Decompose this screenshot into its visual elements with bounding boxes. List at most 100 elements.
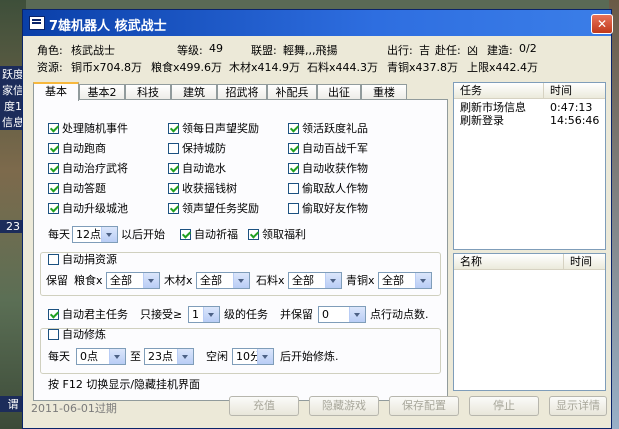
check-claim-welfare[interactable]: 领取福利	[248, 228, 306, 242]
cultivate-start-select[interactable]: 0点	[76, 348, 126, 365]
list-item[interactable]: 刷新市场信息 0:47:13	[454, 101, 605, 114]
check-auto-cultivate[interactable]: 自动修炼	[48, 328, 106, 342]
check-random-event[interactable]: 处理随机事件	[48, 122, 128, 136]
check-label: 自动治疗武将	[62, 162, 128, 175]
daily-prefix: 每天	[48, 228, 70, 241]
check-steal-enemy[interactable]: 偷取敌人作物	[288, 182, 368, 196]
keep-label: 保留	[46, 274, 68, 287]
check-label: 自动君主任务	[62, 308, 128, 321]
checkbox-icon	[48, 309, 59, 320]
start-hour-select[interactable]: 12点	[72, 226, 118, 243]
stone-amount: 石料x444.3万	[307, 61, 379, 74]
checkbox-icon	[48, 143, 59, 154]
role-label: 角色:	[37, 44, 63, 57]
grain-keep-label: 粮食x	[74, 274, 103, 287]
checkbox-icon	[48, 163, 59, 174]
check-label: 自动祈福	[194, 228, 238, 241]
grain-amount: 粮食x499.6万	[151, 61, 223, 74]
check-activity-gift[interactable]: 领活跃度礼品	[288, 122, 368, 136]
check-auto-donate[interactable]: 自动捐资源	[48, 253, 117, 267]
checkbox-icon	[288, 143, 299, 154]
name-column-header[interactable]: 名称	[454, 254, 564, 270]
hide-game-button[interactable]: 隐藏游戏	[309, 396, 379, 416]
bronze-keep-select[interactable]: 全部	[378, 272, 432, 289]
check-money-tree[interactable]: 收获摇钱树	[168, 182, 237, 196]
check-keep-defense[interactable]: 保持城防	[168, 142, 226, 156]
lord-accept-label: 只接受≥	[140, 308, 183, 321]
task-list[interactable]: 任务 时间 刷新市场信息 0:47:13 刷新登录 14:56:46	[453, 82, 606, 250]
check-daily-prestige[interactable]: 领每日声望奖励	[168, 122, 259, 136]
tab-building[interactable]: 建筑	[171, 84, 217, 100]
tab-tower[interactable]: 重楼	[361, 84, 407, 100]
robot-window: 7雄机器人 核武战士 ✕ 角色: 核武战士 等级: 49 联盟: 輕舞,,,飛揚…	[22, 9, 613, 429]
check-heal-generals[interactable]: 自动治疗武将	[48, 162, 128, 176]
check-lord-task[interactable]: 自动君主任务	[48, 308, 128, 322]
grain-keep-value: 全部	[110, 274, 132, 287]
stone-keep-select[interactable]: 全部	[288, 272, 342, 289]
goto-value: 凶	[467, 44, 478, 57]
lord-suffix2: 点行动点数.	[370, 308, 429, 321]
check-upgrade-city[interactable]: 自动升级城池	[48, 202, 128, 216]
check-label: 自动升级城池	[62, 202, 128, 215]
cultivate-to-label: 至	[130, 350, 141, 363]
hotkey-hint: 按 F12 切换显示/隐藏挂机界面	[48, 378, 201, 391]
dropdown-arrow-icon	[325, 273, 341, 288]
wood-keep-select[interactable]: 全部	[196, 272, 250, 289]
stop-button[interactable]: 停止	[469, 396, 539, 416]
tab-expedition[interactable]: 出征	[317, 84, 361, 100]
bronze-keep-value: 全部	[382, 274, 404, 287]
checkbox-icon	[48, 329, 59, 340]
check-auto-pray[interactable]: 自动祈福	[180, 228, 238, 242]
time-column-header[interactable]: 时间	[544, 83, 605, 99]
checkbox-icon	[180, 229, 191, 240]
dropdown-arrow-icon	[101, 227, 117, 242]
tab-basic2[interactable]: 基本2	[79, 84, 125, 100]
check-prestige-task[interactable]: 领声望任务奖励	[168, 202, 259, 216]
name-list[interactable]: 名称 时间	[453, 253, 606, 391]
recharge-button[interactable]: 充值	[229, 396, 299, 416]
check-auto-trade[interactable]: 自动跑商	[48, 142, 106, 156]
cultivate-end-select[interactable]: 23点	[144, 348, 194, 365]
basic-panel: 处理随机事件 领每日声望奖励 领活跃度礼品 自动跑商 保持城防 自动百战千军 自…	[33, 99, 448, 401]
check-steal-friend[interactable]: 偷取好友作物	[288, 202, 368, 216]
check-label: 自动跑商	[62, 142, 106, 155]
goto-label: 赴任:	[435, 44, 461, 57]
check-hundred-battles[interactable]: 自动百战千军	[288, 142, 368, 156]
check-label: 领每日声望奖励	[182, 122, 259, 135]
bronze-amount: 青铜x437.8万	[387, 61, 459, 74]
grain-keep-select[interactable]: 全部	[106, 272, 160, 289]
wood-amount: 木材x414.9万	[229, 61, 301, 74]
close-button[interactable]: ✕	[591, 14, 613, 34]
check-auto-answer[interactable]: 自动答题	[48, 182, 106, 196]
task-name: 刷新市场信息	[460, 101, 526, 114]
dropdown-arrow-icon	[257, 349, 273, 364]
checkbox-icon	[168, 143, 179, 154]
checkbox-icon	[168, 203, 179, 214]
check-auto-water[interactable]: 自动诡水	[168, 162, 226, 176]
dropdown-arrow-icon	[109, 349, 125, 364]
checkbox-icon	[288, 183, 299, 194]
title-bar[interactable]: 7雄机器人 核武战士 ✕	[23, 10, 613, 36]
save-config-button[interactable]: 保存配置	[389, 396, 459, 416]
check-label: 处理随机事件	[62, 122, 128, 135]
tab-basic[interactable]: 基本	[33, 82, 79, 101]
check-label: 自动捐资源	[62, 253, 117, 266]
name-time-column-header[interactable]: 时间	[564, 254, 605, 270]
tab-troops[interactable]: 补配兵	[267, 84, 317, 100]
role-name: 核武战士	[71, 44, 115, 57]
cultivate-minutes-select[interactable]: 10分	[232, 348, 274, 365]
task-column-header[interactable]: 任务	[454, 83, 544, 99]
check-harvest-crops[interactable]: 自动收获作物	[288, 162, 368, 176]
show-details-button[interactable]: 显示详情	[549, 396, 607, 416]
check-label: 收获摇钱树	[182, 182, 237, 195]
action-points-select[interactable]: 0	[318, 306, 366, 323]
lord-suffix1: 级的任务	[224, 308, 268, 321]
check-label: 领声望任务奖励	[182, 202, 259, 215]
daily-suffix: 以后开始	[121, 228, 165, 241]
checkbox-icon	[288, 163, 299, 174]
tab-recruit[interactable]: 招武将	[217, 84, 267, 100]
tab-tech[interactable]: 科技	[125, 84, 171, 100]
list-item[interactable]: 刷新登录 14:56:46	[454, 114, 605, 127]
check-label: 领活跃度礼品	[302, 122, 368, 135]
lord-level-select[interactable]: 1	[188, 306, 220, 323]
